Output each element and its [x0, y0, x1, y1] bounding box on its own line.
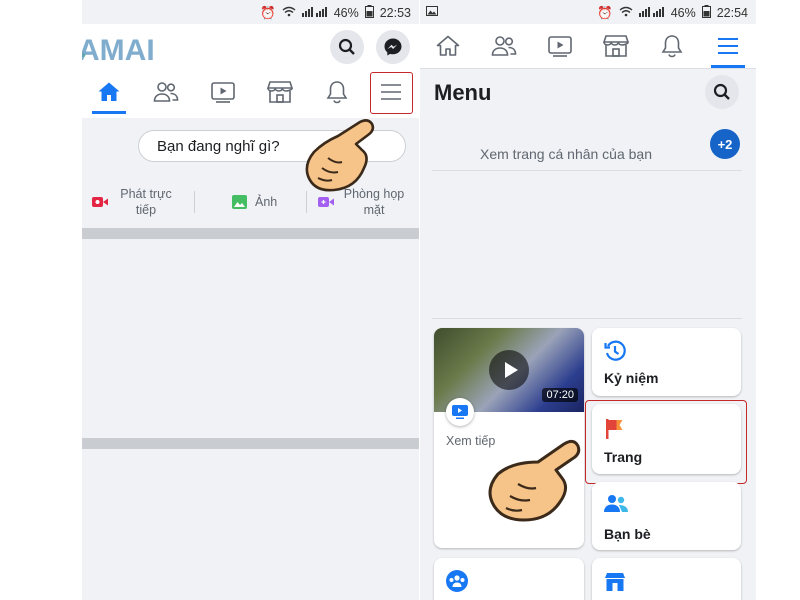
home-icon	[436, 35, 460, 56]
tab-home[interactable]	[423, 24, 473, 68]
pointing-hand-icon	[482, 432, 582, 531]
play-button[interactable]	[489, 350, 529, 390]
amai-logo: AMAI	[82, 26, 210, 72]
watch-badge	[446, 398, 474, 426]
active-tab-indicator	[92, 111, 126, 114]
clock-time: 22:54	[716, 6, 748, 20]
photo-button[interactable]: Ảnh	[232, 194, 277, 210]
watch-icon	[452, 405, 468, 419]
memories-label: Kỷ niệm	[604, 370, 659, 386]
bell-icon	[661, 35, 683, 58]
wifi-icon	[619, 6, 633, 20]
tab-watch[interactable]	[535, 24, 585, 68]
photo-icon	[232, 195, 247, 209]
view-profile-label: Xem trang cá nhân của bạn	[480, 146, 653, 162]
active-tab-indicator	[711, 65, 745, 68]
watch-icon	[211, 82, 235, 103]
live-video-icon	[92, 197, 108, 207]
friends-icon	[604, 495, 628, 512]
messenger-icon	[384, 38, 402, 56]
svg-text:AMAI: AMAI	[82, 34, 155, 67]
alarm-icon: ⏰	[597, 5, 613, 20]
memories-clock-icon	[604, 340, 626, 361]
composer-placeholder: Bạn đang nghĩ gì?	[157, 137, 280, 155]
go-live-label: Phát trực tiếp	[120, 187, 172, 217]
memories-card[interactable]: Kỷ niệm	[592, 328, 741, 396]
hamburger-menu-icon	[718, 38, 738, 54]
search-icon	[338, 38, 355, 55]
tab-watch[interactable]	[198, 70, 248, 114]
watch-icon	[548, 36, 572, 57]
wifi-icon	[282, 6, 296, 20]
pages-highlight-box	[585, 400, 747, 484]
tab-friends[interactable]	[479, 24, 529, 68]
tab-menu[interactable]	[703, 24, 753, 68]
marketplace-icon	[603, 35, 629, 57]
marketplace-store-icon	[605, 573, 625, 591]
tab-marketplace[interactable]	[591, 24, 641, 68]
video-duration: 07:20	[542, 388, 578, 402]
account-count-badge[interactable]: +2	[710, 129, 740, 159]
right-screen: ⏰ 46% 22:54 Menu Xem trang cá nhân của b…	[420, 0, 756, 600]
go-live-button[interactable]: Phát trực tiếp	[92, 186, 176, 218]
bell-icon	[326, 81, 348, 104]
marketplace-icon	[267, 81, 293, 103]
marketplace-card[interactable]	[592, 558, 741, 600]
battery-icon	[701, 5, 711, 21]
signal-icon	[301, 6, 328, 20]
tab-marketplace[interactable]	[255, 70, 305, 114]
tab-bar	[420, 24, 756, 69]
photo-label: Ảnh	[255, 195, 278, 209]
signal-icon	[638, 6, 665, 20]
feed-separator	[82, 438, 419, 449]
feed-separator	[82, 228, 419, 239]
battery-percent: 46%	[670, 6, 696, 20]
action-divider	[194, 191, 195, 213]
alarm-icon: ⏰	[260, 5, 276, 20]
tab-friends[interactable]	[141, 70, 191, 114]
section-divider	[432, 318, 742, 319]
tab-notifications[interactable]	[647, 24, 697, 68]
friends-icon	[153, 82, 179, 102]
battery-percent: 46%	[333, 6, 359, 20]
battery-icon	[364, 5, 374, 21]
tab-home[interactable]	[84, 70, 134, 114]
play-icon	[505, 362, 518, 378]
status-bar: ⏰ 46% 22:53	[82, 0, 419, 24]
left-screen: ⏰ 46% 22:53 AMAI Bạn đang nghĩ gì? Phát …	[82, 0, 419, 600]
groups-icon	[446, 570, 468, 592]
friends-icon	[491, 36, 517, 56]
home-icon	[98, 82, 120, 101]
search-button[interactable]	[330, 30, 364, 64]
friends-label: Bạn bè	[604, 526, 651, 542]
view-profile-row[interactable]: Xem trang cá nhân của bạn	[432, 132, 742, 171]
clock-time: 22:53	[379, 6, 411, 20]
menu-search-button[interactable]	[705, 75, 739, 109]
gallery-icon	[426, 5, 438, 19]
messenger-button[interactable]	[376, 30, 410, 64]
status-bar: ⏰ 46% 22:54	[420, 0, 756, 24]
menu-highlight-box	[370, 72, 413, 114]
pointing-hand-icon	[298, 118, 382, 201]
tab-notifications[interactable]	[312, 70, 362, 114]
friends-card[interactable]: Bạn bè	[592, 482, 741, 550]
menu-title: Menu	[434, 80, 492, 105]
search-icon	[713, 83, 730, 100]
groups-card[interactable]	[434, 558, 584, 600]
